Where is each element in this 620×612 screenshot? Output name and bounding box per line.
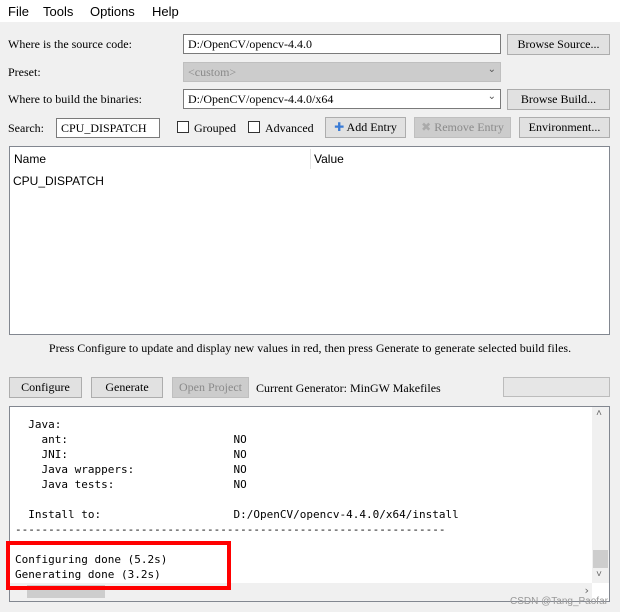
build-select[interactable]: D:/OpenCV/opencv-4.4.0/x64 ⌄: [183, 89, 501, 109]
scroll-down-icon[interactable]: ˅: [596, 569, 602, 581]
chevron-down-icon: ⌄: [487, 64, 496, 75]
table-header: Name Value: [10, 147, 609, 169]
build-value: D:/OpenCV/opencv-4.4.0/x64: [188, 92, 334, 106]
cache-table[interactable]: Name Value CPU_DISPATCH: [9, 146, 610, 335]
preset-label: Preset:: [8, 65, 41, 79]
column-name[interactable]: Name: [14, 152, 46, 166]
chevron-down-icon: ⌄: [487, 91, 496, 102]
menu-file[interactable]: File: [8, 4, 29, 19]
advanced-label: Advanced: [265, 121, 314, 135]
highlight-box: [6, 541, 231, 590]
advanced-checkbox[interactable]: [248, 121, 260, 133]
column-value[interactable]: Value: [314, 152, 344, 166]
configure-button[interactable]: Configure: [9, 377, 82, 398]
menu-help[interactable]: Help: [152, 4, 179, 19]
search-label: Search:: [8, 121, 44, 135]
build-label: Where to build the binaries:: [8, 92, 142, 106]
watermark: CSDN @Tang_Paofar: [510, 596, 608, 607]
remove-entry-button[interactable]: ✖ Remove Entry: [414, 117, 511, 138]
plus-icon: ✚: [334, 120, 345, 134]
preset-select[interactable]: <custom> ⌄: [183, 62, 501, 82]
remove-entry-label: Remove Entry: [434, 120, 504, 134]
preset-value: <custom>: [188, 65, 237, 79]
search-input[interactable]: CPU_DISPATCH: [56, 118, 160, 138]
hint-text: Press Configure to update and display ne…: [48, 341, 572, 355]
environment-button[interactable]: Environment...: [519, 117, 610, 138]
table-row[interactable]: CPU_DISPATCH: [10, 172, 609, 190]
generate-button[interactable]: Generate: [91, 377, 163, 398]
progress-bar: [503, 377, 610, 397]
row-name: CPU_DISPATCH: [13, 174, 104, 188]
open-project-button[interactable]: Open Project: [172, 377, 249, 398]
source-label: Where is the source code:: [8, 37, 132, 51]
grouped-label: Grouped: [194, 121, 236, 135]
add-entry-label: Add Entry: [346, 120, 397, 134]
vertical-scrollbar[interactable]: ˄ ˅: [592, 407, 609, 583]
remove-icon: ✖: [421, 120, 432, 134]
browse-source-button[interactable]: Browse Source...: [507, 34, 610, 55]
menu-bar: File Tools Options Help: [0, 0, 620, 22]
source-input[interactable]: D:/OpenCV/opencv-4.4.0: [183, 34, 501, 54]
grouped-checkbox[interactable]: [177, 121, 189, 133]
current-generator: Current Generator: MinGW Makefiles: [256, 381, 441, 395]
menu-tools[interactable]: Tools: [43, 4, 73, 19]
add-entry-button[interactable]: ✚ Add Entry: [325, 117, 406, 138]
scroll-thumb[interactable]: [593, 550, 608, 568]
browse-build-button[interactable]: Browse Build...: [507, 89, 610, 110]
menu-options[interactable]: Options: [90, 4, 135, 19]
scroll-up-icon[interactable]: ˄: [596, 408, 602, 420]
